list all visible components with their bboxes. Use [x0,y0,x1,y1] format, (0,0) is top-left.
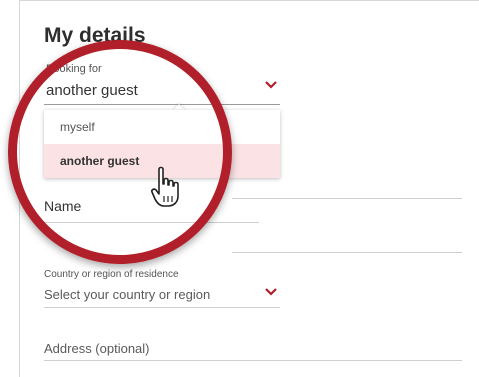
country-select[interactable]: Select your country or region [44,287,210,302]
booking-for-label: Booking for [46,63,102,75]
booking-for-select[interactable]: another guest [46,82,138,99]
form-panel [19,0,479,377]
address-underline [44,360,462,361]
name-underline [44,222,259,223]
hand-pointer-icon [151,166,179,207]
page-title: My details [44,24,146,47]
name-underline-right [232,198,462,199]
option-myself[interactable]: myself [44,110,280,144]
country-underline [44,307,280,308]
chevron-down-icon[interactable] [264,80,278,90]
name-field[interactable]: Name [44,198,81,214]
field-underline-2 [232,252,462,253]
address-field[interactable]: Address (optional) [44,341,150,356]
booking-for-underline [44,104,280,105]
chevron-down-icon[interactable] [264,287,278,297]
country-label: Country or region of residence [44,269,179,280]
